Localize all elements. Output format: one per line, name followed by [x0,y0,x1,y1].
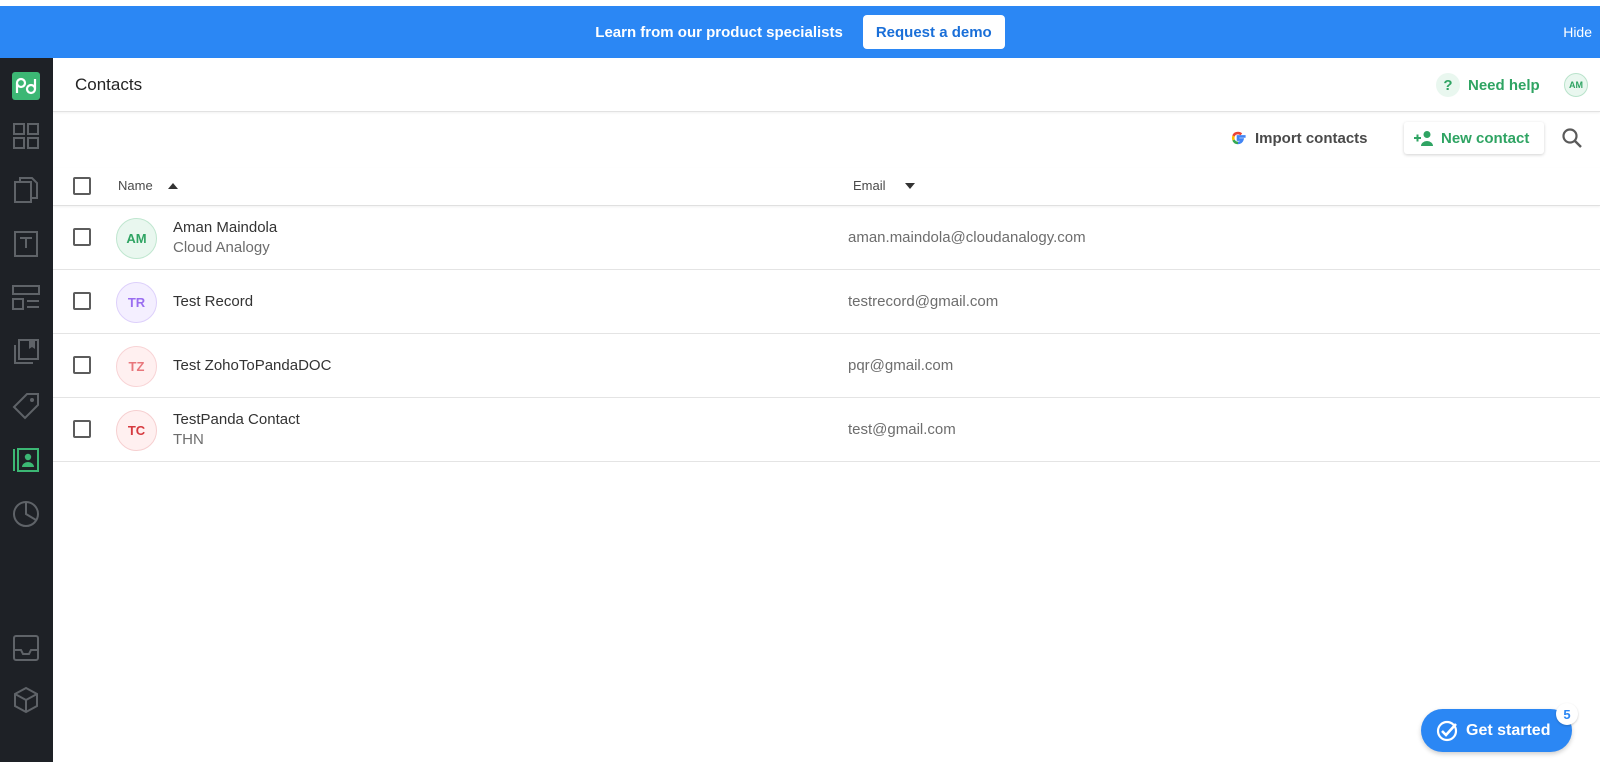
contact-name: TestPanda Contact [173,411,300,428]
dashboard-icon [13,123,39,149]
need-help-button[interactable]: ? Need help [1436,73,1540,97]
table-row[interactable]: TC TestPanda Contact THN test@gmail.com [53,399,1600,462]
contact-name: Aman Maindola [173,219,278,236]
sidebar-item-reports[interactable] [12,500,40,528]
sidebar-item-inbox[interactable] [12,634,40,662]
help-icon: ? [1436,73,1460,97]
logo-icon [15,77,37,95]
select-all-checkbox[interactable] [73,177,91,195]
inbox-icon [13,635,39,661]
table-header: Name Email [53,168,1600,206]
get-started-label: Get started [1466,721,1551,739]
need-help-label: Need help [1468,76,1540,94]
table-row[interactable]: TR Test Record testrecord@gmail.com [53,271,1600,334]
sidebar-item-integrations[interactable] [12,686,40,714]
content-library-icon [14,339,39,364]
google-icon [1231,131,1246,145]
get-started-button[interactable]: Get started [1421,709,1572,752]
row-checkbox[interactable] [73,356,91,374]
search-icon [1562,128,1582,148]
main-content: Contacts ? Need help AM Import contacts … [53,58,1600,762]
contact-email: aman.maindola@cloudanalogy.com [848,229,1086,246]
sidebar-item-content-library[interactable] [12,338,40,366]
table-row[interactable]: AM Aman Maindola Cloud Analogy aman.main… [53,207,1600,270]
contact-avatar: AM [116,218,157,259]
sidebar-item-templates[interactable] [12,230,40,258]
documents-icon [14,177,38,203]
contact-name: Test ZohoToPandaDOC [173,357,332,374]
user-avatar[interactable]: AM [1564,73,1588,97]
page-header: Contacts ? Need help AM [53,58,1600,112]
contact-company: THN [173,431,204,448]
add-person-icon [1414,131,1433,146]
new-contact-label: New contact [1441,129,1530,147]
pandadoc-logo[interactable] [12,72,40,100]
sidebar [0,58,53,762]
sidebar-item-forms[interactable] [12,284,40,312]
contact-email: testrecord@gmail.com [848,293,999,310]
get-started-count-badge: 5 [1556,703,1578,725]
sidebar-item-catalog[interactable] [12,392,40,420]
contact-email: pqr@gmail.com [848,357,954,374]
import-contacts-button[interactable]: Import contacts [1229,129,1368,147]
forms-icon [12,285,40,310]
sidebar-item-documents[interactable] [12,176,40,204]
dropdown-arrow-icon [904,182,915,189]
sort-ascending-icon [167,182,178,189]
contact-company: Cloud Analogy [173,239,270,256]
reports-icon [13,501,39,527]
catalog-icon [12,393,39,420]
contact-avatar: TR [116,282,157,323]
column-header-email-label: Email [853,178,886,193]
import-contacts-label: Import contacts [1255,129,1368,147]
promo-banner: Learn from our product specialists Reque… [0,6,1600,58]
table-row[interactable]: TZ Test ZohoToPandaDOC pqr@gmail.com [53,335,1600,398]
column-header-email[interactable]: Email [853,178,916,193]
page-title: Contacts [75,75,143,94]
integrations-icon [14,686,38,714]
column-header-name[interactable]: Name [118,178,179,193]
sidebar-item-dashboard[interactable] [12,122,40,150]
request-demo-button[interactable]: Request a demo [862,15,1005,49]
contact-avatar: TZ [116,346,157,387]
contact-email: test@gmail.com [848,421,956,438]
row-checkbox[interactable] [73,228,91,246]
column-header-name-label: Name [118,178,153,193]
templates-icon [14,231,38,257]
contact-avatar: TC [116,410,157,451]
banner-text: Learn from our product specialists [595,23,843,41]
contacts-icon [13,448,39,472]
check-badge-icon [1436,720,1458,741]
new-contact-button[interactable]: New contact [1404,122,1544,154]
hide-banner-link[interactable]: Hide [1563,24,1592,40]
row-checkbox[interactable] [73,292,91,310]
contact-name: Test Record [173,293,254,310]
row-checkbox[interactable] [73,420,91,438]
sidebar-item-contacts[interactable] [12,446,40,474]
search-button[interactable] [1561,127,1583,149]
